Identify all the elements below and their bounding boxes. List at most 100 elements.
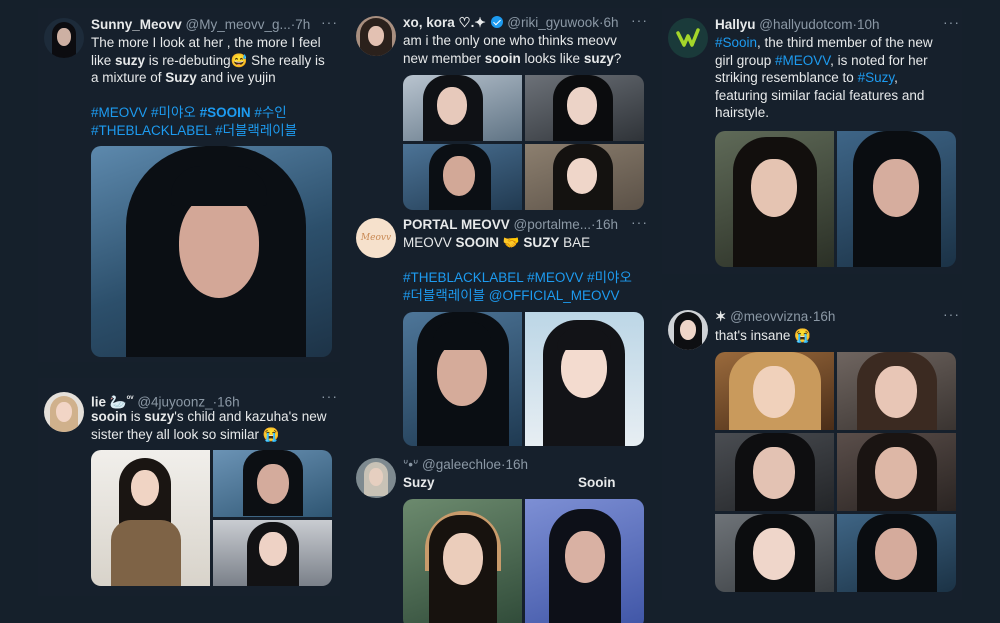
more-options-icon[interactable]: ··· [631,214,648,230]
photo[interactable] [403,144,522,210]
photo[interactable] [525,75,644,141]
photo[interactable] [525,312,644,446]
name-decoration: ♡.✦ [458,15,486,30]
hashtag[interactable]: #더블랙레이블 [215,123,297,138]
more-options-icon[interactable]: ··· [943,306,960,322]
hashtag[interactable]: #미야오 [587,270,632,285]
hashtag[interactable]: #THEBLACKLABEL [403,270,523,285]
media-grid [91,450,332,586]
hashtag[interactable]: #미야오 [151,105,196,120]
author-handle[interactable]: @My_meovv_g... [186,17,291,32]
sweat-smile-emoji: 😅 [230,52,248,68]
photo[interactable] [403,312,522,446]
author-handle[interactable]: @riki_gyuwook [507,15,599,30]
photo[interactable] [403,499,522,623]
text-part: is re-debuting [145,52,231,68]
author-handle[interactable]: @portalme... [514,217,591,232]
hashtag-line: #THEBLACKLABEL #더블랙레이블 [91,122,336,140]
more-options-icon[interactable]: ··· [943,14,960,30]
text-part: MEOVV [403,235,456,250]
author-handle[interactable]: @hallyudotcom [759,17,852,32]
tweet-card-kora[interactable]: xo, kora ♡.✦ @riki_gyuwook·6h ··· am i t… [350,8,650,212]
hashtag[interactable]: #SOOIN [200,105,251,120]
text-part: that's insane [715,328,791,343]
mention[interactable]: @OFFICIAL_MEOVV [489,288,620,303]
tweet-text: am i the only one who thinks meovv new m… [403,32,648,67]
avatar[interactable] [44,18,84,58]
name-decoration: ᵒᵛ [126,393,134,403]
timestamp[interactable]: 16h [506,457,529,472]
timestamp[interactable]: 7h [295,17,310,32]
tweet-card-sunny[interactable]: Sunny_Meovv @My_meovv_g...·7h ··· The mo… [38,8,340,362]
media-grid [403,75,644,210]
tweet-line: The more I look at her , the more I feel [91,35,321,50]
text-part: striking resemblance to [715,70,858,86]
photo[interactable] [837,352,956,430]
hashtag[interactable]: #Suzy [858,70,895,85]
verified-badge-icon [491,16,504,28]
author-name[interactable]: PORTAL MEOVV [403,217,510,232]
tweet-line: striking resemblance to #Suzy, [715,69,960,87]
author-name[interactable]: Hallyu [715,17,756,32]
author-name[interactable]: xo, kora [403,15,455,30]
bold-keyword: Suzy [165,70,197,86]
photo[interactable] [715,433,834,511]
photo[interactable] [403,75,522,141]
timestamp[interactable]: 6h [604,15,619,30]
photo[interactable] [837,433,956,511]
hashtag-line: #더블랙레이블 @OFFICIAL_MEOVV [403,287,648,305]
tweet-card-galeechloe[interactable]: ᐡ•ᐡ @galeechloe·16h Suzy Sooin [350,452,650,623]
more-options-icon[interactable]: ··· [631,12,648,28]
avatar[interactable] [668,310,708,350]
photo[interactable] [715,352,834,430]
tweet-card-meovvizna[interactable]: ✶ @meovvizna·16h ··· that's insane 😭 [662,300,962,600]
text-part: , the third member of the new [757,35,933,50]
tweet-text: sooin is suzy's child and kazuha's new s… [91,408,336,443]
tweet-card-hallyu[interactable]: Hallyu @hallyudotcom·10h ··· #Sooin, the… [662,8,962,274]
hashtag[interactable]: #Sooin [715,35,757,50]
bold-keyword: sooin [484,50,521,66]
author-handle[interactable]: @galeechloe [422,457,501,472]
bold-keyword: suzy [115,52,146,68]
bold-keyword: suzy [583,50,614,66]
tweet-line: hairstyle. [715,105,770,121]
timestamp[interactable]: 10h [857,17,880,32]
photo[interactable] [91,450,210,586]
avatar[interactable] [356,458,396,498]
text-part: ? [613,50,622,66]
hashtag[interactable]: #MEOVV [775,53,830,68]
hashtag[interactable]: #수인 [254,105,286,120]
author-handle[interactable]: @meovvizna [730,309,808,324]
text-part: and ive yujin [196,70,276,86]
photo[interactable] [837,131,956,267]
tweet-card-lie[interactable]: lie 🦢ᵒᵛ @4juyoonz_·16h ··· sooin is suzy… [38,378,340,596]
timestamp[interactable]: 16h [813,309,836,324]
timestamp[interactable]: 16h [596,217,619,232]
tweet-line: sister they all look so similar 😭 [91,426,336,444]
avatar[interactable] [668,18,708,58]
tweet-line: like suzy is re-debuting😅 She really is [91,52,336,70]
author-name[interactable]: ✶ [715,309,726,324]
avatar[interactable]: Meovv [356,218,396,258]
tweet-text: The more I look at her , the more I feel… [91,34,336,140]
tweet-card-portal-meovv[interactable]: Meovv PORTAL MEOVV @portalme...·16h ··· … [350,212,650,452]
avatar[interactable] [356,16,396,56]
author-name[interactable]: Sunny_Meovv [91,17,182,32]
photo[interactable] [525,144,644,210]
photo[interactable] [525,499,644,623]
photo[interactable] [213,519,332,586]
photo[interactable] [715,131,834,267]
photo[interactable] [213,450,332,517]
more-options-icon[interactable]: ··· [321,14,338,30]
text-part: like [91,52,116,68]
photo[interactable] [837,514,956,592]
bold-keyword: SOOIN [455,235,500,250]
hashtag[interactable]: #THEBLACKLABEL [91,123,211,138]
photo[interactable] [715,514,834,592]
more-options-icon[interactable]: ··· [321,388,338,404]
hashtag[interactable]: #MEOVV [91,105,147,120]
avatar[interactable] [44,392,84,432]
hashtag[interactable]: #MEOVV [527,270,583,285]
photo[interactable] [91,146,332,357]
hashtag[interactable]: #더블랙레이블 [403,288,485,303]
